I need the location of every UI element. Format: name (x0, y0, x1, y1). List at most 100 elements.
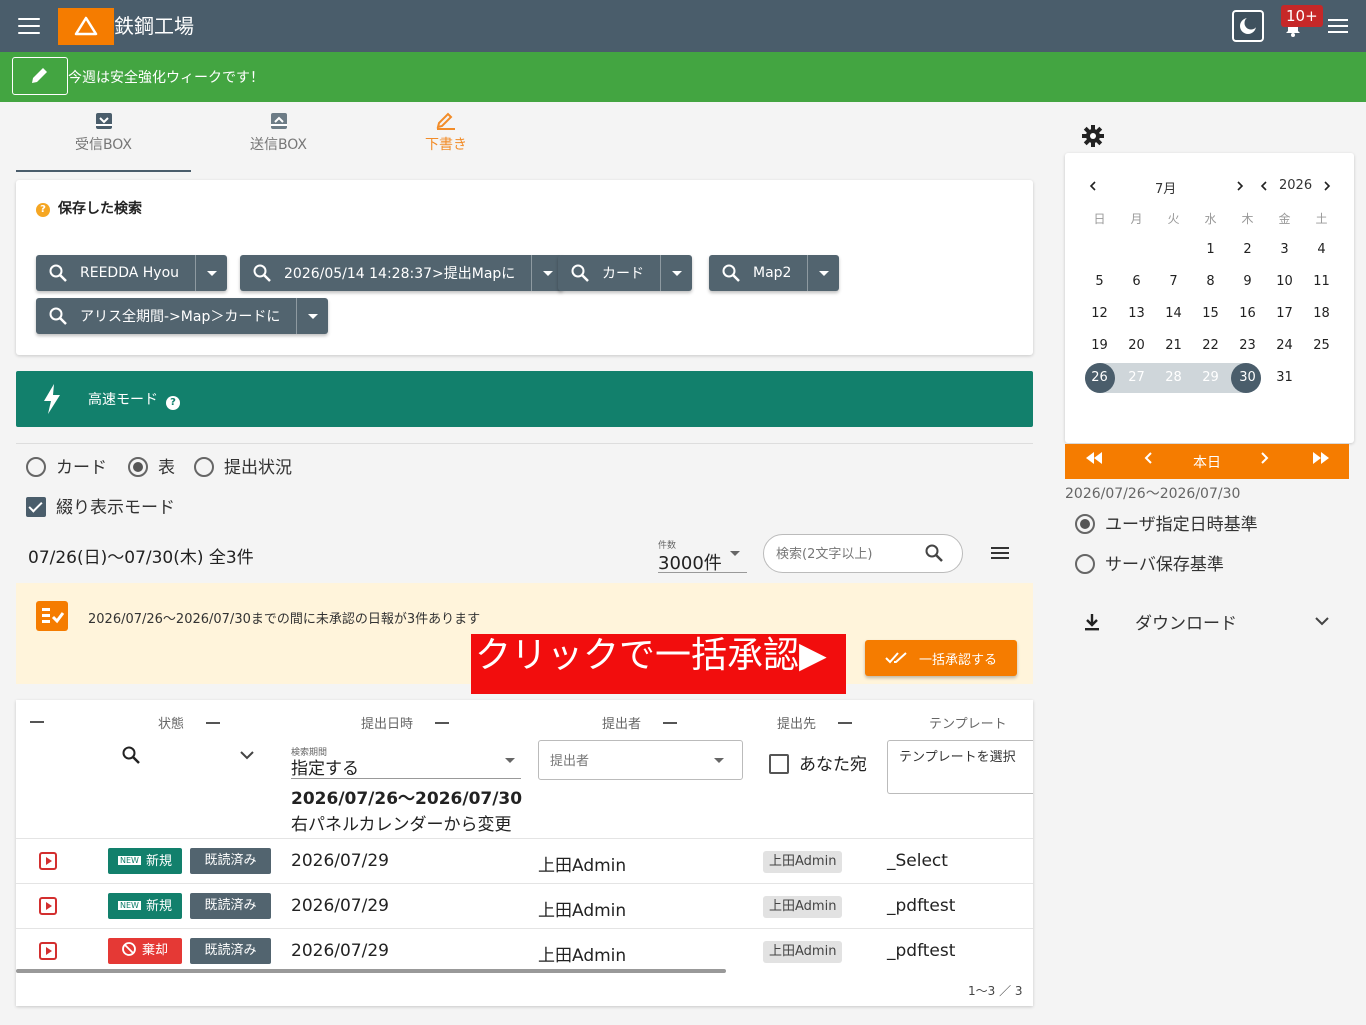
fast-forward-icon[interactable] (1312, 452, 1330, 468)
calendar-month[interactable]: 7月 (1155, 178, 1176, 197)
saved-search-chip[interactable]: Map2 (709, 255, 840, 291)
calendar-day[interactable]: 28 (1155, 370, 1192, 385)
play-icon[interactable] (39, 897, 57, 915)
menu-icon[interactable] (1328, 19, 1348, 34)
calendar-day[interactable]: 29 (1192, 370, 1229, 385)
calendar-day[interactable]: 1 (1192, 242, 1229, 257)
column-toggle-icon[interactable] (435, 722, 450, 724)
list-menu-icon[interactable] (991, 547, 1009, 561)
calendar-day[interactable]: 30 (1229, 370, 1266, 385)
search-icon[interactable] (122, 746, 140, 764)
view-mode-table[interactable]: 表 (128, 453, 175, 478)
saved-search-chip[interactable]: 2026/05/14 14:28:37>提出Mapに (240, 255, 564, 291)
calendar-day[interactable] (1118, 242, 1155, 257)
status-badge: 棄却 (108, 938, 182, 964)
chevron-down-icon[interactable] (807, 255, 839, 291)
calendar-day[interactable]: 11 (1303, 274, 1340, 289)
saved-search-chip[interactable]: REEDDA Hyou (36, 255, 228, 291)
calendar-day[interactable]: 18 (1303, 306, 1340, 321)
calendar-day[interactable]: 15 (1192, 306, 1229, 321)
calendar-day[interactable]: 20 (1118, 338, 1155, 353)
warning-logo-icon[interactable] (58, 8, 114, 45)
column-toggle-icon[interactable] (206, 722, 221, 724)
play-icon[interactable] (39, 852, 57, 870)
calendar-year[interactable]: 2026 (1279, 178, 1312, 193)
chevron-right-icon[interactable] (1261, 452, 1269, 468)
calendar-day[interactable]: 9 (1229, 274, 1266, 289)
column-header-recipient[interactable]: 提出先 (777, 713, 853, 732)
bulk-approve-hint[interactable]: クリックで一括承認▶ (471, 634, 846, 694)
column-header-template[interactable]: テンプレート (929, 713, 1033, 732)
basis-user-radio[interactable]: ユーザ指定日時基準 (1075, 510, 1258, 535)
calendar-day[interactable]: 12 (1081, 306, 1118, 321)
edit-announcement-button[interactable] (12, 57, 68, 95)
calendar-day[interactable]: 24 (1266, 338, 1303, 353)
calendar-day[interactable]: 8 (1192, 274, 1229, 289)
calendar-day[interactable]: 2 (1229, 242, 1266, 257)
search-icon[interactable] (925, 544, 943, 562)
calendar-day[interactable]: 26 (1081, 370, 1118, 385)
chevron-left-icon[interactable] (1089, 181, 1097, 191)
calendar-day[interactable]: 16 (1229, 306, 1266, 321)
period-select[interactable]: 指定する (291, 754, 521, 779)
basis-server-radio[interactable]: サーバ保存基準 (1075, 550, 1224, 575)
chevron-down-icon[interactable] (660, 255, 692, 291)
help-icon[interactable]: ? (36, 203, 50, 217)
calendar-day[interactable]: 21 (1155, 338, 1192, 353)
calendar-day[interactable]: 25 (1303, 338, 1340, 353)
download-panel[interactable]: ダウンロード (1083, 609, 1237, 634)
chevron-down-icon[interactable] (730, 551, 740, 556)
calendar-day[interactable]: 19 (1081, 338, 1118, 353)
bulk-approve-button[interactable]: 一括承認する (865, 640, 1017, 676)
calendar-day[interactable]: 14 (1155, 306, 1192, 321)
column-header-date[interactable]: 提出日時 (361, 713, 450, 732)
view-mode-status[interactable]: 提出状況 (194, 453, 292, 478)
calendar-day[interactable]: 3 (1266, 242, 1303, 257)
chevron-left-icon[interactable] (1260, 181, 1268, 191)
tab-inbox[interactable]: 受信BOX (16, 112, 191, 172)
column-header-submitter[interactable]: 提出者 (602, 713, 678, 732)
calendar-day[interactable]: 31 (1266, 370, 1303, 385)
chevron-down-icon[interactable] (1315, 617, 1329, 626)
calendar-day[interactable]: 17 (1266, 306, 1303, 321)
chevron-left-icon[interactable] (1144, 452, 1152, 468)
view-mode-card[interactable]: カード (26, 453, 107, 478)
column-toggle-icon[interactable] (838, 722, 853, 724)
help-icon[interactable]: ? (166, 396, 180, 410)
calendar-day[interactable]: 23 (1229, 338, 1266, 353)
chevron-down-icon[interactable] (240, 751, 254, 760)
calendar-day[interactable]: 5 (1081, 274, 1118, 289)
column-toggle-icon[interactable] (663, 722, 678, 724)
column-header-status[interactable]: 状態 (158, 713, 221, 732)
tab-draft[interactable]: 下書き (366, 112, 526, 172)
calendar-day[interactable]: 10 (1266, 274, 1303, 289)
hamburger-menu-icon[interactable] (18, 18, 40, 34)
calendar-day[interactable] (1155, 242, 1192, 257)
calendar-day[interactable]: 6 (1118, 274, 1155, 289)
calendar-day[interactable] (1081, 242, 1118, 257)
calendar-day[interactable]: 4 (1303, 242, 1340, 257)
calendar-day[interactable]: 27 (1118, 370, 1155, 385)
today-button[interactable]: 本日 (1193, 452, 1221, 472)
saved-search-chip[interactable]: アリス全期間->Map＞カードに (36, 298, 329, 334)
chevron-down-icon[interactable] (195, 255, 227, 291)
horizontal-scrollbar[interactable] (16, 969, 726, 973)
calendar-day[interactable]: 7 (1155, 274, 1192, 289)
bundle-mode-checkbox[interactable]: 綴り表示モード (26, 493, 175, 518)
to-me-checkbox[interactable]: あなた宛 (769, 750, 867, 775)
chevron-down-icon[interactable] (296, 298, 328, 334)
chevron-right-icon[interactable] (1323, 181, 1331, 191)
chevron-down-icon[interactable] (505, 758, 515, 763)
column-toggle-icon[interactable] (30, 721, 44, 723)
gear-icon[interactable] (1082, 125, 1104, 147)
chevron-right-icon[interactable] (1236, 181, 1244, 191)
calendar-day[interactable]: 22 (1192, 338, 1229, 353)
fast-rewind-icon[interactable] (1085, 452, 1103, 468)
calendar-day[interactable] (1303, 370, 1340, 385)
play-icon[interactable] (39, 942, 57, 960)
tab-outbox[interactable]: 送信BOX (191, 112, 366, 172)
saved-search-chip[interactable]: カード (558, 255, 692, 291)
calendar-day[interactable]: 13 (1118, 306, 1155, 321)
dark-mode-toggle[interactable] (1232, 10, 1264, 42)
chevron-down-icon[interactable] (714, 758, 724, 763)
